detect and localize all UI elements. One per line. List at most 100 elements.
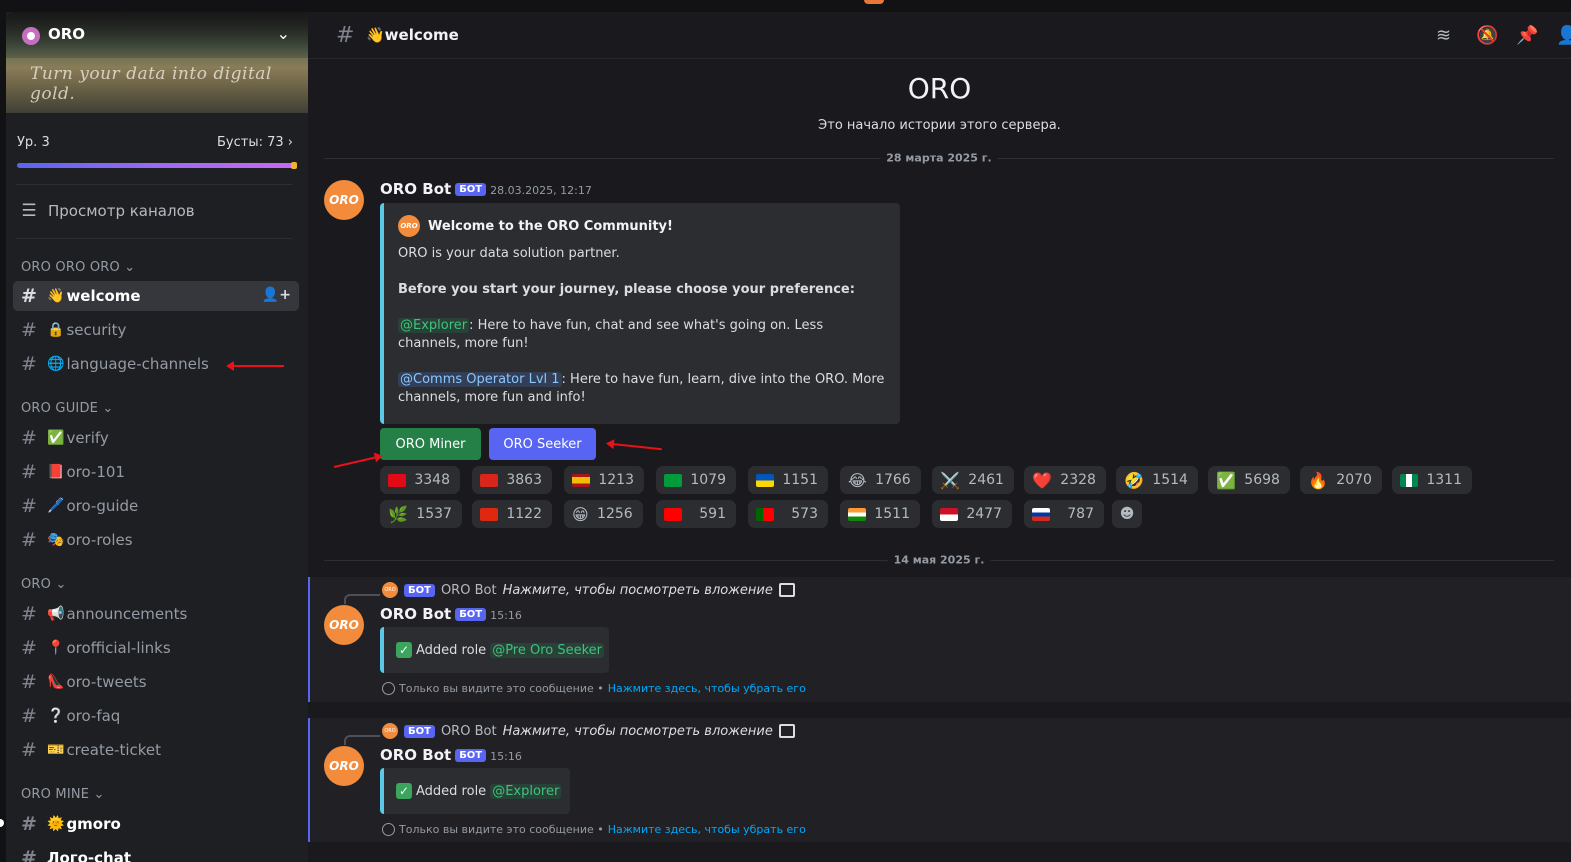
- hash-icon: #: [21, 353, 37, 375]
- reaction-count: 2070: [1336, 472, 1372, 488]
- server-banner[interactable]: ORO ⌄ Turn your data into digital gold.: [6, 12, 308, 113]
- reaction-flag-vietnam[interactable]: 3863: [472, 466, 552, 494]
- oro-seeker-button[interactable]: ORO Seeker: [489, 428, 596, 460]
- reaction-flag-china[interactable]: 1122: [472, 500, 552, 528]
- boost-count[interactable]: Бусты: 73 ›: [217, 135, 293, 150]
- chevron-down-icon[interactable]: ⌄: [277, 24, 290, 43]
- timestamp: 15:16: [490, 750, 522, 763]
- channel-announcements[interactable]: # 📢 announcements: [13, 599, 299, 629]
- category-oro-oro-oro[interactable]: ORO ORO ORO ⌄: [21, 260, 135, 275]
- reaction-count: 3348: [414, 472, 450, 488]
- reaction-count: 1766: [875, 472, 911, 488]
- channel-oro-tweets[interactable]: # 👠 oro-tweets: [13, 667, 299, 697]
- channel-language-channels[interactable]: # 🌐 language-channels: [13, 349, 299, 379]
- reaction-count: 1537: [416, 506, 452, 522]
- reaction-joy-emoji[interactable]: 😂 1766: [840, 466, 921, 494]
- message-author[interactable]: ORO Bot БОТ 28.03.2025, 12:17: [380, 180, 592, 198]
- welcome-server-name: ORO: [907, 72, 972, 105]
- reaction-flag-ukraine[interactable]: 1151: [748, 466, 828, 494]
- reaction-count: 1151: [782, 472, 818, 488]
- members-icon[interactable]: 👤: [1556, 25, 1571, 46]
- reaction-count: 2328: [1060, 472, 1096, 488]
- reaction-count: 1511: [874, 506, 910, 522]
- embed-title: ORO Welcome to the ORO Community!: [398, 215, 673, 237]
- reaction-flag-spain[interactable]: 1213: [564, 466, 644, 494]
- reaction-custom-green-emoji[interactable]: 🌿 1537: [380, 500, 462, 528]
- reaction-grin-emoji[interactable]: 😁 1256: [564, 500, 643, 528]
- hash-icon: #: [21, 813, 37, 835]
- reaction-flag-taiwan[interactable]: 591: [656, 500, 736, 528]
- category-oro-guide[interactable]: ORO GUIDE ⌄: [21, 401, 114, 416]
- reaction-flag-russia[interactable]: 787: [1024, 500, 1104, 528]
- hash-icon: #: [21, 427, 37, 449]
- channel-welcome[interactable]: # 👋 welcome 👤+: [13, 281, 299, 311]
- flag-portugal-icon: [756, 507, 774, 521]
- add-reaction-button[interactable]: ☻: [1112, 500, 1142, 528]
- hash-icon: #: [21, 705, 37, 727]
- channel-logo-chat[interactable]: # Лого-chat: [13, 843, 299, 862]
- channel-security[interactable]: # 🔒 security: [13, 315, 299, 345]
- reaction-heart-emoji[interactable]: ❤️ 2328: [1024, 466, 1106, 494]
- pin-icon[interactable]: 📌: [1516, 25, 1538, 46]
- category-oro-mine[interactable]: ORO MINE ⌄: [21, 787, 105, 802]
- reaction-crossed-swords-emoji[interactable]: ⚔️ 2461: [932, 466, 1014, 494]
- flag-ukraine-icon: [756, 473, 774, 487]
- grin-emoji-icon: 😁: [572, 504, 589, 524]
- dismiss-message-link[interactable]: Нажмите здесь, чтобы убрать его: [608, 823, 806, 836]
- browse-channels-button[interactable]: ☰ Просмотр каналов: [20, 200, 194, 222]
- reaction-rofl-emoji[interactable]: 🤣 1514: [1116, 466, 1198, 494]
- channel-sidebar: ORO ⌄ Turn your data into digital gold. …: [0, 12, 308, 862]
- channel-orofficial-links[interactable]: # 📍 orofficial-links: [13, 633, 299, 663]
- flag-spain-icon: [572, 473, 590, 487]
- role-mention[interactable]: @Comms Operator Lvl 1: [398, 372, 562, 387]
- custom-green-emoji-icon: 🌿: [388, 504, 408, 524]
- avatar[interactable]: ORO: [324, 180, 364, 220]
- invite-member-icon[interactable]: 👤+: [262, 287, 291, 303]
- channel-create-ticket[interactable]: # 🎫 create-ticket: [13, 735, 299, 765]
- dismiss-message-link[interactable]: Нажмите здесь, чтобы убрать его: [608, 682, 806, 695]
- message-author[interactable]: ORO Bot БОТ 15:16: [380, 746, 522, 764]
- role-mention[interactable]: @Pre Oro Seeker: [490, 642, 605, 658]
- reaction-check-emoji[interactable]: ✅ 5698: [1208, 466, 1290, 494]
- reply-preview[interactable]: ORO БОТ ORO Bot Нажмите, чтобы посмотрет…: [382, 723, 795, 739]
- reaction-flag-india[interactable]: 1511: [840, 500, 920, 528]
- reaction-fire-emoji[interactable]: 🔥 2070: [1300, 466, 1382, 494]
- threads-icon[interactable]: ≋: [1436, 25, 1451, 46]
- joy-emoji-icon: 😂: [848, 470, 867, 490]
- reply-preview[interactable]: ORO БОТ ORO Bot Нажмите, чтобы посмотрет…: [382, 582, 795, 598]
- flag-taiwan-icon: [664, 507, 682, 521]
- flag-china-icon: [480, 507, 498, 521]
- channel-oro-roles[interactable]: # 🎭 oro-roles: [13, 525, 299, 555]
- divider: [16, 238, 292, 239]
- reaction-flag-indonesia[interactable]: 2477: [932, 500, 1012, 528]
- oro-miner-button[interactable]: ORO Miner: [380, 428, 481, 460]
- reaction-flag-portugal[interactable]: 573: [748, 500, 828, 528]
- channel-verify[interactable]: # ✅ verify: [13, 423, 299, 453]
- mute-icon[interactable]: 🔕: [1476, 25, 1498, 46]
- crossed-swords-emoji-icon: ⚔️: [940, 470, 960, 490]
- reaction-flag-turkey[interactable]: 3348: [380, 466, 460, 494]
- reaction-count: 1079: [690, 472, 726, 488]
- channel-oro-guide[interactable]: # 🖊️ oro-guide: [13, 491, 299, 521]
- server-rail: [0, 12, 6, 862]
- channel-gmoro[interactable]: # 🌞 gmoro: [13, 809, 299, 839]
- welcome-subtitle: Это начало истории этого сервера.: [818, 118, 1061, 133]
- message-author[interactable]: ORO Bot БОТ 15:16: [380, 605, 522, 623]
- comms-description: @Comms Operator Lvl 1: Here to have fun,…: [398, 372, 885, 405]
- channel-oro-faq[interactable]: # ❔ oro-faq: [13, 701, 299, 731]
- reaction-count: 591: [699, 506, 726, 522]
- category-oro[interactable]: ORO ⌄: [21, 577, 67, 592]
- role-mention[interactable]: @Explorer: [490, 783, 562, 799]
- role-mention[interactable]: @Explorer: [398, 318, 470, 333]
- channel-oro-101[interactable]: # 📕 oro-101: [13, 457, 299, 487]
- reaction-flag-brazil[interactable]: 1079: [656, 466, 736, 494]
- flag-turkey-icon: [388, 473, 406, 487]
- hash-icon: #: [21, 739, 37, 761]
- reaction-flag-nigeria[interactable]: 1311: [1392, 466, 1472, 494]
- avatar[interactable]: ORO: [324, 746, 364, 786]
- flag-russia-icon: [1032, 507, 1050, 521]
- channel-title: 👋welcome: [366, 26, 459, 44]
- ephemeral-notice: Только вы видите это сообщение • Нажмите…: [382, 823, 806, 836]
- check-emoji-icon: ✅: [1216, 470, 1236, 490]
- avatar[interactable]: ORO: [324, 605, 364, 645]
